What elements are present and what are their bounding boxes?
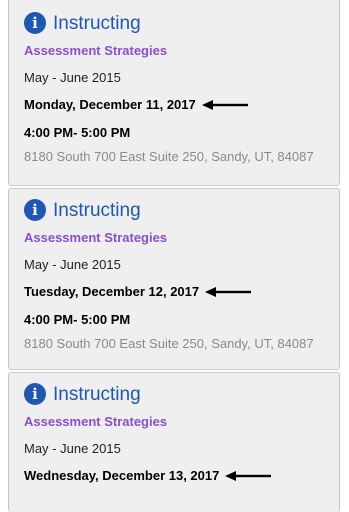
event-course: Assessment Strategies [24, 230, 168, 245]
event-term: May - June 2015 [24, 70, 121, 85]
event-role: Instructing [53, 12, 141, 34]
info-icon: i [24, 12, 46, 34]
event-date: Monday, December 11, 2017 [24, 97, 196, 112]
event-term: May - June 2015 [24, 257, 121, 272]
event-term: May - June 2015 [24, 441, 121, 456]
event-header: i Instructing [24, 381, 329, 407]
event-date-row: Wednesday, December 13, 2017 [24, 467, 329, 485]
event-header: i Instructing [24, 10, 329, 36]
event-course: Assessment Strategies [24, 43, 168, 58]
event-course: Assessment Strategies [24, 414, 168, 429]
event-list: i Instructing Assessment Strategies May … [8, 0, 340, 512]
event-time: 4:00 PM- 5:00 PM [24, 125, 131, 140]
info-icon: i [24, 383, 46, 405]
event-card[interactable]: i Instructing Assessment Strategies May … [8, 188, 340, 370]
event-role: Instructing [53, 383, 141, 405]
event-card[interactable]: i Instructing Assessment Strategies May … [8, 372, 340, 512]
event-date: Tuesday, December 12, 2017 [24, 284, 200, 299]
info-icon: i [24, 199, 46, 221]
arrow-left-icon [205, 287, 252, 297]
event-time: 4:00 PM- 5:00 PM [24, 312, 131, 327]
event-address: 8180 South 700 East Suite 250, Sandy, UT… [24, 336, 314, 351]
event-header: i Instructing [24, 197, 329, 223]
event-date: Wednesday, December 13, 2017 [24, 468, 220, 483]
event-role: Instructing [53, 199, 141, 221]
event-date-row: Monday, December 11, 2017 [24, 96, 329, 114]
arrow-left-icon [225, 471, 272, 481]
event-date-row: Tuesday, December 12, 2017 [24, 283, 329, 301]
arrow-left-icon [201, 100, 248, 110]
event-address: 8180 South 700 East Suite 250, Sandy, UT… [24, 149, 314, 164]
event-card[interactable]: i Instructing Assessment Strategies May … [8, 0, 340, 186]
